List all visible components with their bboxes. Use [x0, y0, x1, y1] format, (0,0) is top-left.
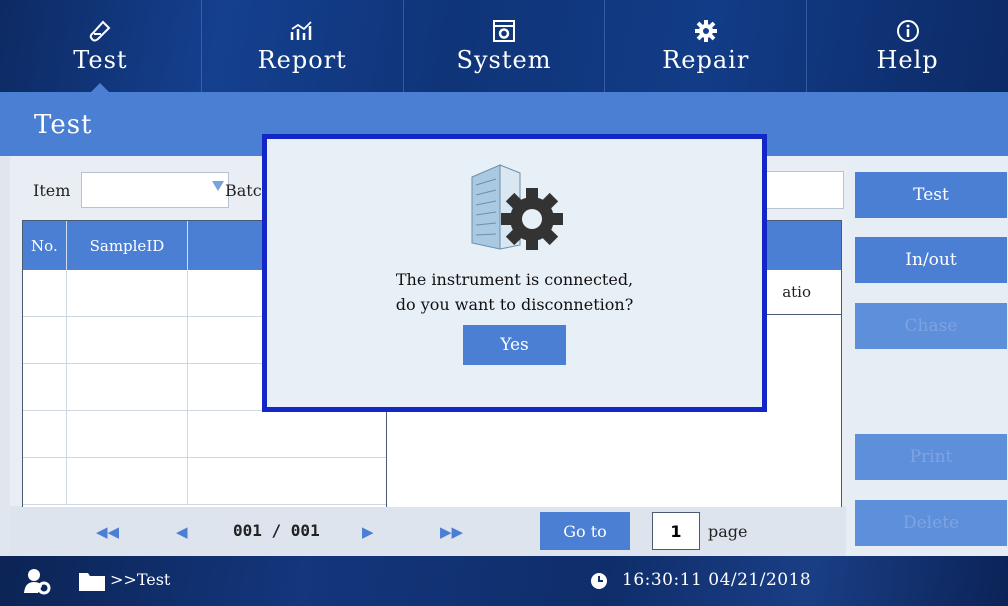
dialog-message-line: do you want to disconnetion? [395, 295, 634, 314]
disconnect-dialog: The instrument is connected, do you want… [262, 134, 767, 412]
dialog-overlay: The instrument is connected, do you want… [0, 0, 1008, 606]
dialog-message: The instrument is connected, do you want… [267, 267, 762, 317]
building-gear-icon [460, 157, 570, 261]
yes-button[interactable]: Yes [463, 325, 566, 365]
dialog-message-line: The instrument is connected, [395, 270, 634, 289]
